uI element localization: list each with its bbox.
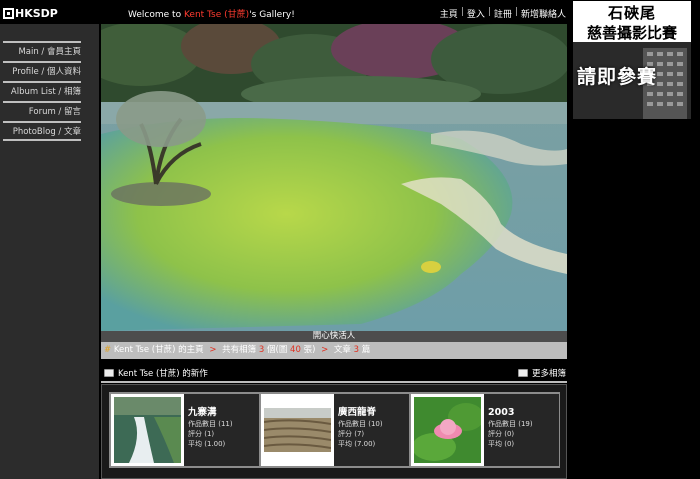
site-logo[interactable]: HKSDP bbox=[3, 5, 58, 21]
album-thumbnail[interactable] bbox=[261, 394, 334, 466]
album-average: 平均 (7.00) bbox=[338, 440, 376, 448]
ad-subheadline: 慈善攝影比賽 bbox=[586, 24, 677, 42]
photo-caption: 開心快活人 bbox=[101, 331, 567, 342]
more-albums-link[interactable]: 更多相簿 bbox=[517, 367, 566, 379]
nav-separator: | bbox=[487, 7, 491, 17]
album-thumbnails-panel: 九寨溝 作品數目 (11) 評分 (1) 平均 (1.00) 廣西龍脊 作品數目… bbox=[101, 384, 567, 479]
welcome-prefix: Welcome bbox=[128, 10, 170, 20]
lotus-thumbnail-icon bbox=[414, 397, 481, 463]
album-title[interactable]: 2003 bbox=[488, 408, 559, 418]
albums-prefix: 共有相簿 bbox=[222, 345, 257, 355]
more-albums-text: 更多相簿 bbox=[531, 369, 566, 379]
welcome-suffix: 's Gallery! bbox=[249, 10, 295, 20]
new-works-title-text: Kent Tse (甘蔗) 的新作 bbox=[118, 369, 208, 379]
album-card[interactable]: 2003 作品數目 (19) 評分 (0) 平均 (0) bbox=[411, 394, 559, 466]
folder-icon bbox=[517, 369, 528, 377]
nav-login-link[interactable]: 登入 bbox=[467, 7, 485, 20]
sidebar-item-main[interactable]: Main / 會員主頁 bbox=[3, 41, 81, 61]
album-meta: 廣西龍脊 作品數目 (10) 評分 (7) 平均 (7.00) bbox=[334, 394, 409, 466]
album-thumbnail[interactable] bbox=[411, 394, 484, 466]
nav-add-contact-link[interactable]: 新增聯絡人 bbox=[521, 7, 566, 20]
ad-call-to-action: 請即參賽 bbox=[577, 66, 658, 88]
logo-mark-icon bbox=[3, 7, 14, 19]
album-average: 平均 (0) bbox=[488, 440, 515, 448]
folder-icon bbox=[104, 369, 114, 377]
album-title[interactable]: 九寨溝 bbox=[188, 408, 259, 418]
logo-text: HKSDP bbox=[15, 6, 58, 20]
featured-photo[interactable] bbox=[101, 24, 567, 331]
sidebar-item-profile[interactable]: Profile / 個人資料 bbox=[3, 61, 81, 81]
articles-suffix: 篇 bbox=[361, 345, 371, 355]
featured-photo-image bbox=[101, 24, 567, 331]
new-works-header: Kent Tse (甘蔗) 的新作 更多相簿 bbox=[101, 364, 567, 381]
sidebar-item-photoblog[interactable]: PhotoBlog / 文章 bbox=[3, 121, 81, 141]
hash-icon: # bbox=[104, 345, 112, 355]
nav-separator: | bbox=[514, 7, 518, 17]
album-average: 平均 (1.00) bbox=[188, 440, 226, 448]
nav-separator: | bbox=[460, 7, 464, 17]
album-meta: 2003 作品數目 (19) 評分 (0) 平均 (0) bbox=[484, 394, 559, 466]
divider bbox=[101, 381, 567, 383]
arrow-right-icon: > bbox=[321, 345, 329, 355]
waterfall-thumbnail-icon bbox=[114, 397, 181, 463]
album-card[interactable]: 九寨溝 作品數目 (11) 評分 (1) 平均 (1.00) bbox=[111, 394, 259, 466]
albums-mid: 個(圖 bbox=[267, 345, 288, 355]
rice-terrace-thumbnail-icon bbox=[264, 408, 331, 452]
album-works-count: 作品數目 (19) bbox=[488, 420, 533, 428]
photo-contest-ad-banner[interactable]: 石硤尾 慈善攝影比賽 請即參賽 bbox=[573, 1, 691, 119]
welcome-message: Welcome to Kent Tse (甘蔗)'s Gallery! bbox=[128, 7, 295, 20]
album-title[interactable]: 廣西龍脊 bbox=[338, 408, 409, 418]
sidebar: Main / 會員主頁 Profile / 個人資料 Album List / … bbox=[0, 24, 99, 479]
album-card[interactable]: 廣西龍脊 作品數目 (10) 評分 (7) 平均 (7.00) bbox=[261, 394, 409, 466]
arrow-right-icon: > bbox=[209, 345, 217, 355]
albums-count: 3 bbox=[258, 345, 265, 355]
album-thumbnail[interactable] bbox=[111, 394, 184, 466]
album-works-count: 作品數目 (11) bbox=[188, 420, 233, 428]
new-works-title: Kent Tse (甘蔗) 的新作 bbox=[104, 367, 208, 379]
nav-home-link[interactable]: 主頁 bbox=[440, 7, 458, 20]
photos-count: 40 bbox=[290, 345, 301, 355]
album-meta: 九寨溝 作品數目 (11) 評分 (1) 平均 (1.00) bbox=[184, 394, 259, 466]
sidebar-item-album-list[interactable]: Album List / 相簿 bbox=[3, 81, 81, 101]
top-nav: 主頁 | 登入 | 註冊 | 新增聯絡人 bbox=[440, 7, 566, 20]
welcome-to: to bbox=[172, 10, 182, 20]
album-thumbnails-strip: 九寨溝 作品數目 (11) 評分 (1) 平均 (1.00) 廣西龍脊 作品數目… bbox=[109, 392, 560, 468]
sidebar-item-forum[interactable]: Forum / 留言 bbox=[3, 101, 81, 121]
welcome-user-name[interactable]: Kent Tse (甘蔗) bbox=[184, 10, 249, 20]
owner-home-link[interactable]: Kent Tse (甘蔗) 的主頁 bbox=[114, 345, 204, 355]
articles-link[interactable]: 文章 bbox=[334, 345, 351, 355]
album-works-count: 作品數目 (10) bbox=[338, 420, 383, 428]
articles-count: 3 bbox=[353, 345, 360, 355]
album-score: 評分 (0) bbox=[488, 430, 515, 438]
ad-headline: 石硤尾 bbox=[607, 4, 656, 22]
nav-register-link[interactable]: 註冊 bbox=[494, 7, 512, 20]
album-score: 評分 (1) bbox=[188, 430, 215, 438]
sidebar-menu: Main / 會員主頁 Profile / 個人資料 Album List / … bbox=[3, 41, 81, 141]
albums-suffix: 張) bbox=[303, 345, 316, 355]
gallery-info-bar: # Kent Tse (甘蔗) 的主頁 > 共有相簿 3 個(圖 40 張) >… bbox=[101, 342, 567, 359]
album-score: 評分 (7) bbox=[338, 430, 365, 438]
